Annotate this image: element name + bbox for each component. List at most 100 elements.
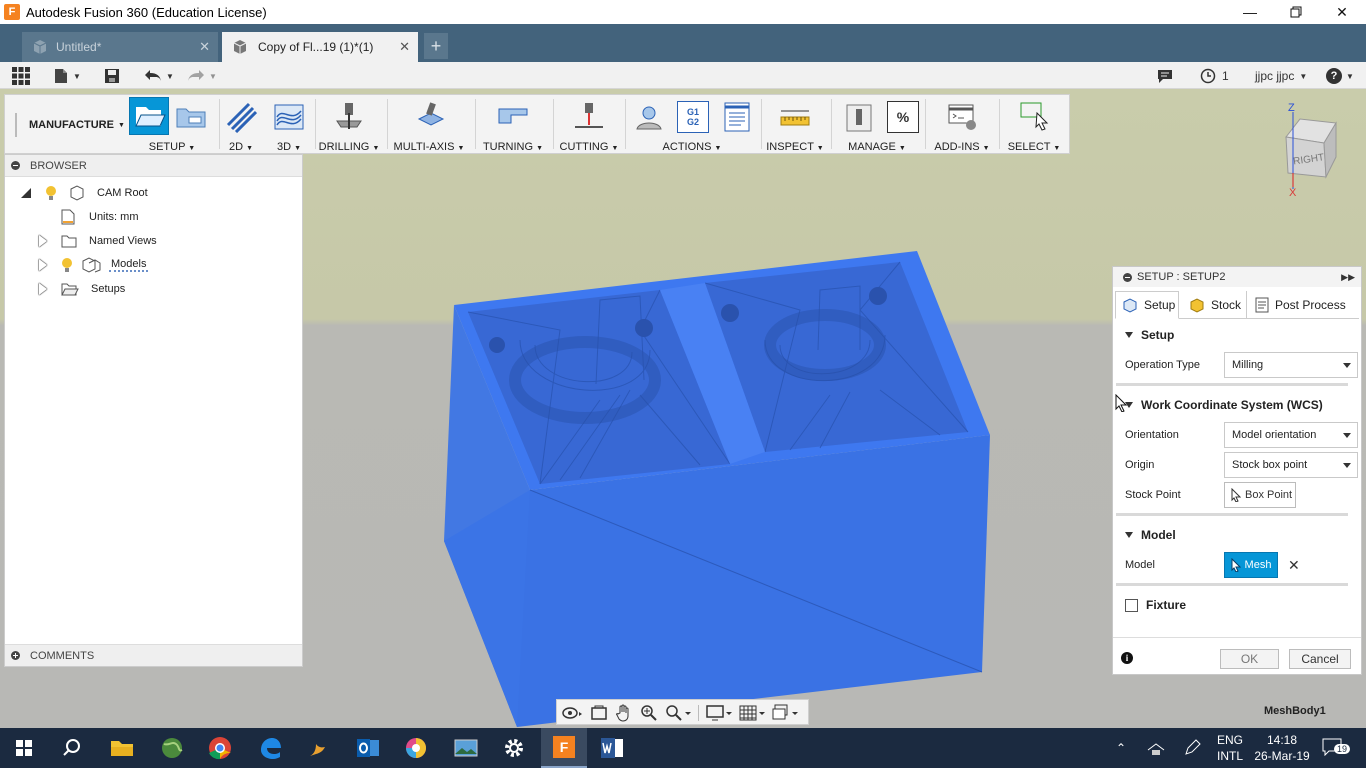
ribbon-group-drilling[interactable]: DRILLING ▼ <box>317 97 381 153</box>
outlook-button[interactable] <box>354 734 382 762</box>
setup-folder-button[interactable] <box>175 101 207 133</box>
grid-settings-icon[interactable] <box>739 704 765 722</box>
help-button[interactable]: ? ▼ <box>1326 66 1354 86</box>
view-cube-icon[interactable]: Z X RIGHT <box>1274 97 1344 207</box>
pan-hand-icon[interactable] <box>615 704 633 722</box>
word-button[interactable] <box>598 734 626 762</box>
data-panel-button[interactable] <box>12 66 30 86</box>
measure-button[interactable] <box>779 101 811 133</box>
viewports-icon[interactable] <box>772 704 798 722</box>
fusion-taskbar-button[interactable]: F <box>541 728 587 768</box>
action-center-button[interactable]: 19 <box>1322 738 1351 758</box>
new-setup-button[interactable] <box>129 97 169 135</box>
expand-icon[interactable] <box>11 651 20 660</box>
view-cube[interactable]: Z X RIGHT <box>1274 97 1344 207</box>
redo-button[interactable]: ▼ <box>187 66 217 86</box>
expanded-triangle-icon[interactable] <box>21 188 31 198</box>
tree-item-cam-root[interactable]: CAM Root <box>21 181 148 205</box>
close-tab-icon[interactable]: ✕ <box>399 39 410 55</box>
tab-untitled[interactable]: Untitled* ✕ <box>22 32 218 62</box>
simulate-button[interactable] <box>633 101 665 133</box>
section-model[interactable]: Model <box>1115 522 1359 548</box>
ribbon-group-cutting[interactable]: CUTTING ▼ <box>555 97 623 153</box>
new-tab-button[interactable]: + <box>424 33 448 59</box>
box-point-button[interactable]: Box Point <box>1224 482 1296 508</box>
bird-app-button[interactable] <box>304 734 332 762</box>
select-button[interactable] <box>1019 101 1051 133</box>
tree-item-units[interactable]: Units: mm <box>61 205 139 229</box>
zoom-icon[interactable] <box>640 704 658 722</box>
show-hidden-icons-button[interactable]: ⌃ <box>1116 741 1126 755</box>
collapsed-triangle-icon[interactable] <box>39 283 47 295</box>
expand-arrows-icon[interactable]: ▶▶ <box>1341 272 1355 283</box>
file-menu-button[interactable]: ▼ <box>54 66 81 86</box>
cutting-button[interactable] <box>573 101 605 133</box>
clear-selection-icon[interactable]: ✕ <box>1288 557 1300 574</box>
edge-button[interactable] <box>256 734 284 762</box>
orbit-icon[interactable] <box>561 704 583 722</box>
ribbon-group-2d[interactable]: 2D ▼ <box>221 97 261 153</box>
ribbon-group-select[interactable]: SELECT ▼ <box>1001 97 1067 153</box>
lightbulb-icon[interactable] <box>45 185 57 201</box>
workspace-switcher[interactable]: MANUFACTURE ▼ <box>15 113 127 137</box>
ribbon-group-setup[interactable]: SETUP ▼ <box>127 97 217 153</box>
tab-setup[interactable]: Setup <box>1115 291 1179 319</box>
ribbon-group-3d[interactable]: 3D ▼ <box>269 97 309 153</box>
ribbon-group-inspect[interactable]: INSPECT ▼ <box>763 97 827 153</box>
section-setup[interactable]: Setup <box>1115 322 1359 348</box>
browser-header[interactable]: BROWSER <box>5 155 302 177</box>
collapse-icon[interactable] <box>1123 272 1132 282</box>
restore-button[interactable] <box>1273 0 1319 24</box>
search-button[interactable] <box>58 734 86 762</box>
post-process-button[interactable]: G1 G2 <box>677 101 709 133</box>
scripts-add-ins-button[interactable] <box>947 101 979 133</box>
dialog-title-bar[interactable]: SETUP : SETUP2 ▶▶ <box>1113 267 1361 287</box>
lightbulb-icon[interactable] <box>61 257 73 273</box>
language-indicator[interactable]: ENG INTL <box>1217 732 1243 764</box>
close-window-button[interactable]: ✕ <box>1319 0 1365 24</box>
ok-button[interactable]: OK <box>1220 649 1279 669</box>
turning-button[interactable] <box>497 101 529 133</box>
ribbon-group-manage[interactable]: % MANAGE ▼ <box>833 97 921 153</box>
tool-library-button[interactable] <box>843 101 875 133</box>
chrome-button[interactable] <box>206 734 234 762</box>
photos-button[interactable] <box>452 734 480 762</box>
setup-sheet-button[interactable] <box>721 101 753 133</box>
fixture-checkbox[interactable] <box>1125 598 1138 612</box>
close-tab-icon[interactable]: ✕ <box>199 39 210 55</box>
tab-post-process[interactable]: Post Process <box>1249 291 1359 319</box>
tree-item-named-views[interactable]: Named Views <box>39 229 157 253</box>
tree-item-setups[interactable]: Setups <box>39 277 125 301</box>
collapse-icon[interactable] <box>11 161 20 170</box>
orientation-select[interactable]: Model orientation <box>1224 422 1358 448</box>
start-button[interactable] <box>10 734 38 762</box>
drill-button[interactable] <box>333 101 365 133</box>
2d-toolpath-button[interactable] <box>225 101 258 134</box>
look-at-icon[interactable] <box>590 704 608 722</box>
3d-toolpath-button[interactable] <box>273 101 305 133</box>
section-wcs[interactable]: Work Coordinate System (WCS) <box>1115 392 1359 418</box>
origin-select[interactable]: Stock box point <box>1224 452 1358 478</box>
mesh-selection-button[interactable]: Mesh <box>1224 552 1278 578</box>
color-app-button[interactable] <box>402 734 430 762</box>
comments-toggle-button[interactable] <box>1157 66 1173 86</box>
cancel-button[interactable]: Cancel <box>1289 649 1351 669</box>
job-status-button[interactable]: 1 <box>1200 66 1229 86</box>
pen-icon[interactable] <box>1182 738 1202 758</box>
clock[interactable]: 14:18 26-Mar-19 <box>1252 732 1312 764</box>
template-library-button[interactable]: % <box>887 101 919 133</box>
save-button[interactable] <box>104 66 120 86</box>
tab-active-document[interactable]: Copy of Fl...19 (1)*(1) ✕ <box>222 32 418 62</box>
comments-header[interactable]: COMMENTS <box>5 644 302 666</box>
settings-button[interactable] <box>500 734 528 762</box>
undo-button[interactable]: ▼ <box>144 66 174 86</box>
info-icon[interactable]: i <box>1121 652 1133 664</box>
zoom-window-icon[interactable] <box>665 704 691 722</box>
ribbon-group-actions[interactable]: G1 G2 ACTIONS ▼ <box>627 97 757 153</box>
minimize-button[interactable]: — <box>1227 0 1273 24</box>
operation-type-select[interactable]: Milling <box>1224 352 1358 378</box>
collapsed-triangle-icon[interactable] <box>39 235 47 247</box>
tree-item-models[interactable]: Models <box>39 253 149 277</box>
collapsed-triangle-icon[interactable] <box>39 259 47 271</box>
globe-app-button[interactable] <box>158 734 186 762</box>
